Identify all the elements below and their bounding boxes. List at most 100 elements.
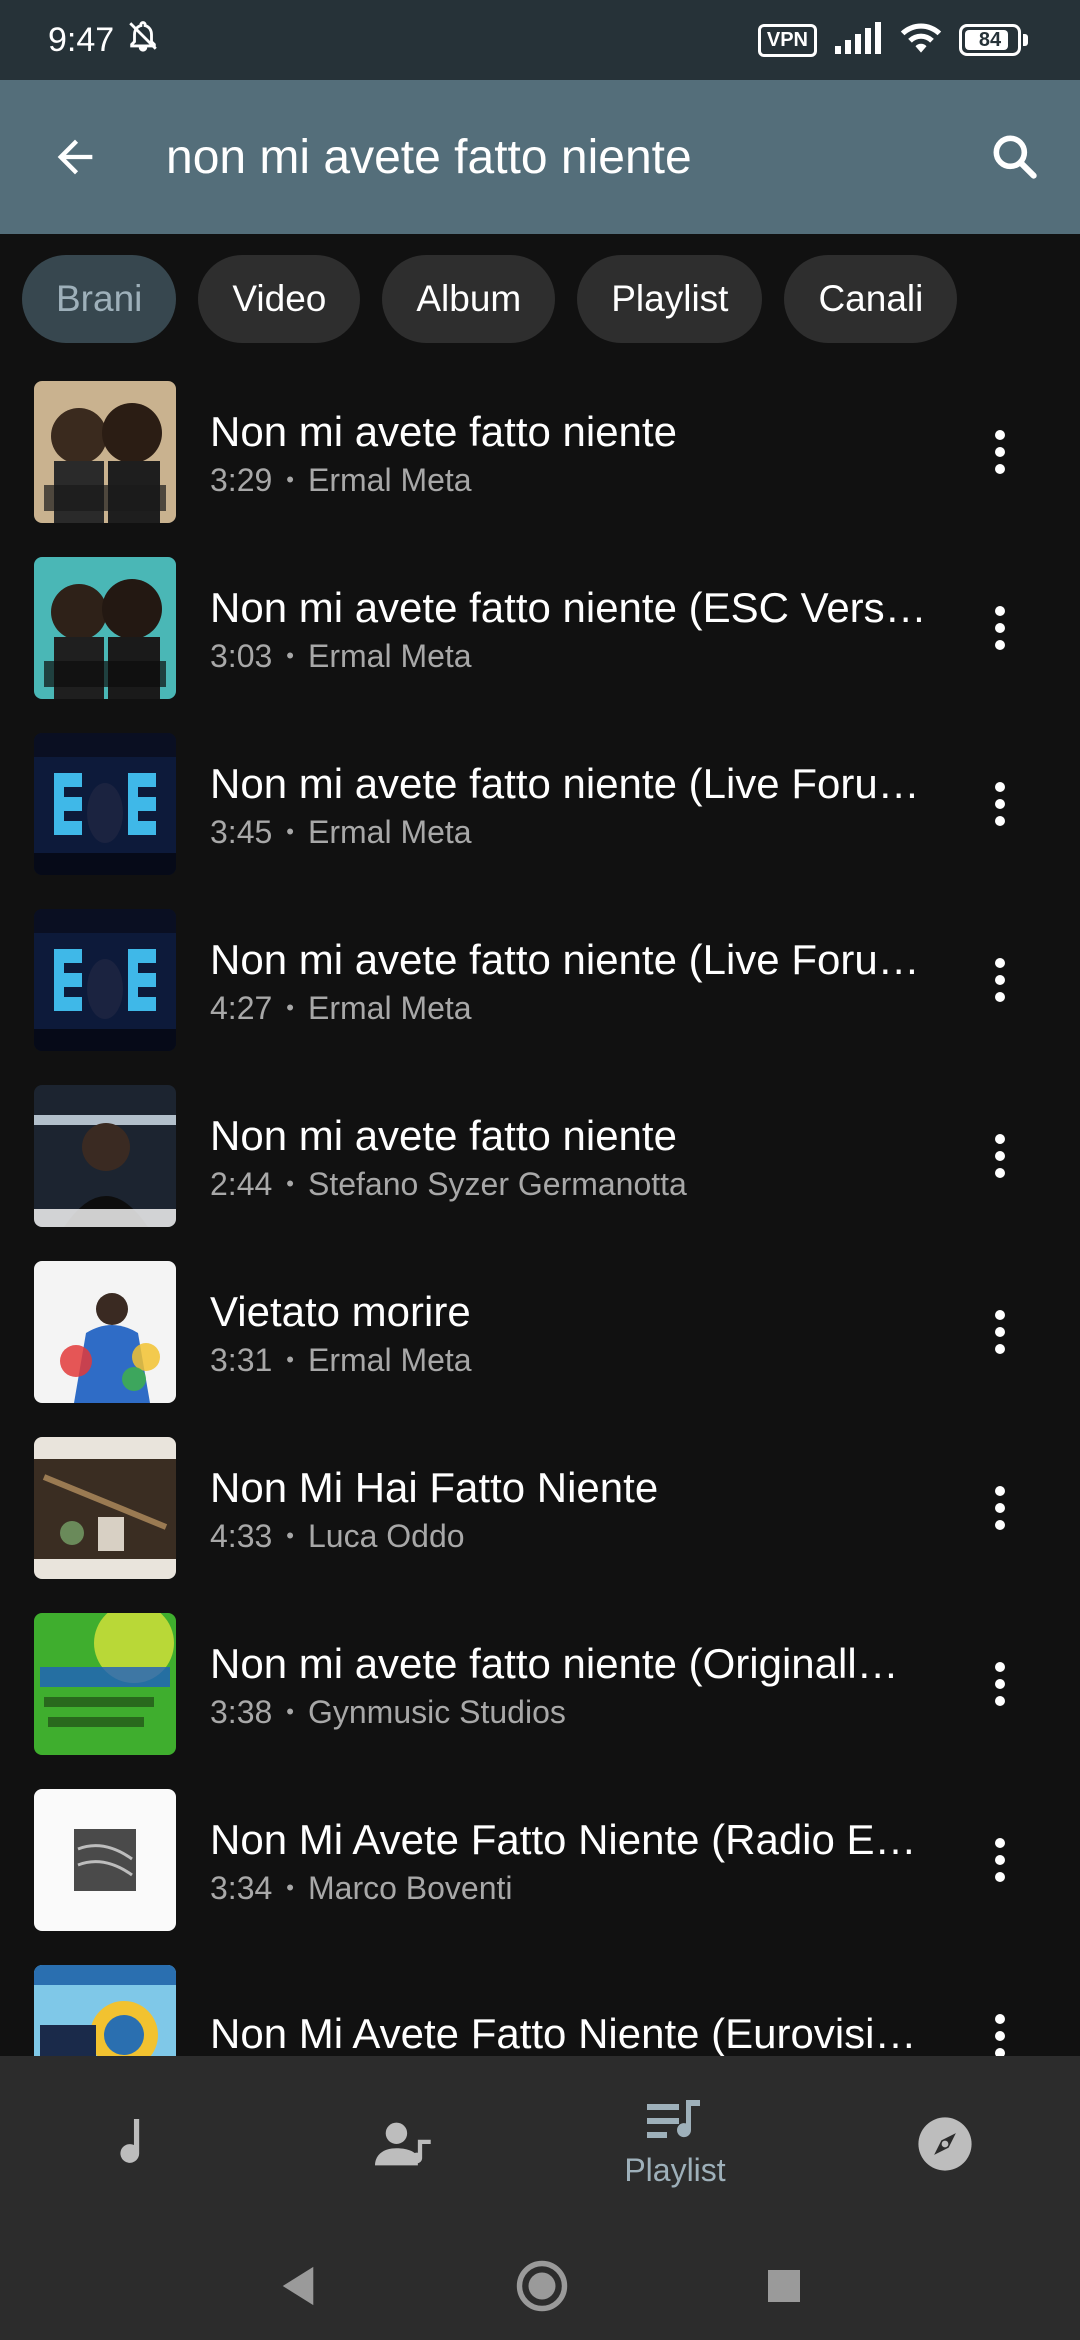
separator-dot: •	[286, 1523, 294, 1548]
wifi-icon	[899, 21, 943, 60]
more-vert-icon	[995, 782, 1005, 826]
search-icon	[993, 135, 1037, 179]
compass-icon	[918, 2117, 972, 2171]
nav-playlist-label: Playlist	[624, 2151, 726, 2188]
status-time-group: 9:47	[48, 19, 160, 62]
back-button[interactable]	[0, 80, 150, 234]
album-art	[34, 1437, 176, 1579]
separator-dot: •	[286, 1347, 294, 1372]
song-row[interactable]: Non mi avete fatto niente (Live Foru… 3:…	[0, 716, 1080, 892]
more-options-button[interactable]	[960, 1458, 1040, 1558]
album-art	[34, 1613, 176, 1755]
separator-dot: •	[286, 1699, 294, 1724]
song-title: Non mi avete fatto niente	[210, 1111, 677, 1159]
bottom-navigation: Playlist	[0, 2056, 1080, 2232]
system-back-icon[interactable]	[278, 2265, 318, 2307]
song-title: Non Mi Avete Fatto Niente (Radio E…	[210, 1815, 917, 1863]
more-options-button[interactable]	[960, 578, 1040, 678]
more-vert-icon	[995, 1662, 1005, 1706]
song-duration: 3:38	[210, 1693, 273, 1730]
song-artist: Luca Oddo	[307, 1517, 465, 1554]
battery-percent: 84	[978, 28, 1002, 51]
more-options-button[interactable]	[960, 1986, 1040, 2056]
more-vert-icon	[995, 430, 1005, 474]
song-artist: Ermal Meta	[307, 461, 472, 498]
song-row[interactable]: Non mi avete fatto niente (ESC Vers… 3:0…	[0, 540, 1080, 716]
song-text: Non mi avete fatto niente 2:44 • Stefano S…	[210, 1110, 940, 1203]
song-title: Non mi avete fatto niente (ESC Vers…	[210, 583, 927, 631]
song-duration: 3:45	[210, 813, 273, 850]
nav-artists[interactable]	[270, 2056, 540, 2232]
separator-dot: •	[286, 995, 294, 1020]
song-row[interactable]: Vietato morire 3:31 • Ermal Meta	[0, 1244, 1080, 1420]
separator-dot: •	[286, 643, 294, 668]
more-options-button[interactable]	[960, 402, 1040, 502]
song-meta: 3:45 • Ermal Meta	[210, 814, 940, 851]
album-art	[34, 1789, 176, 1931]
separator-dot: •	[286, 1171, 294, 1196]
song-title: Non mi avete fatto niente (Live Foru…	[210, 935, 920, 983]
song-artist: Marco Boventi	[307, 1869, 513, 1906]
song-artist: Ermal Meta	[307, 637, 472, 674]
song-text: Non Mi Avete Fatto Niente (Radio E… 3:34…	[210, 1814, 940, 1907]
nav-explore[interactable]	[810, 2056, 1080, 2232]
status-time: 9:47	[48, 20, 115, 59]
more-options-button[interactable]	[960, 1634, 1040, 1734]
more-options-button[interactable]	[960, 1810, 1040, 1910]
song-text: Non mi avete fatto niente 3:29 • Ermal Met…	[210, 406, 940, 499]
song-row[interactable]: Non Mi Avete Fatto Niente (Radio E… 3:34…	[0, 1772, 1080, 1948]
more-options-button[interactable]	[960, 754, 1040, 854]
song-title: Non mi avete fatto niente	[210, 407, 677, 455]
system-home-icon[interactable]	[515, 2259, 569, 2313]
song-duration: 3:29	[210, 461, 273, 498]
more-options-button[interactable]	[960, 1106, 1040, 1206]
more-vert-icon	[995, 2014, 1005, 2056]
back-arrow-icon	[57, 139, 93, 175]
song-meta: 3:31 • Ermal Meta	[210, 1342, 940, 1379]
chip-video[interactable]: Video	[198, 255, 361, 343]
more-vert-icon	[995, 606, 1005, 650]
song-row[interactable]: Non mi avete fatto niente 3:29 • Ermal Met…	[0, 364, 1080, 540]
system-recents-icon[interactable]	[766, 2268, 802, 2304]
song-artist: Ermal Meta	[307, 813, 472, 850]
chip-brani[interactable]: Brani	[22, 255, 177, 343]
more-options-button[interactable]	[960, 930, 1040, 1030]
chip-album[interactable]: Album	[382, 255, 556, 343]
chip-playlist[interactable]: Playlist	[577, 255, 763, 343]
song-meta: 3:38 • Gynmusic Studios	[210, 1694, 940, 1731]
song-meta: 3:03 • Ermal Meta	[210, 638, 940, 675]
song-title: Vietato morire	[210, 1287, 471, 1335]
filter-chips: Brani Video Album Playlist Canali	[0, 234, 1080, 364]
song-row[interactable]: Non mi avete fatto niente 2:44 • Stefano S…	[0, 1068, 1080, 1244]
search-app-bar: non mi avete fatto niente	[0, 80, 1080, 234]
song-title: Non Mi Avete Fatto Niente (Eurovisi…	[210, 2010, 917, 2056]
album-art	[34, 1085, 176, 1227]
album-art	[34, 733, 176, 875]
system-navigation-bar	[0, 2232, 1080, 2340]
song-row[interactable]: Non mi avete fatto niente (Live Foru… 4:…	[0, 892, 1080, 1068]
song-row[interactable]: Non Mi Hai Fatto Niente 4:33 • Luca Oddo	[0, 1420, 1080, 1596]
signal-icon	[833, 21, 883, 59]
song-row[interactable]: Non Mi Avete Fatto Niente (Eurovisi…	[0, 1948, 1080, 2056]
song-duration: 3:31	[210, 1341, 273, 1378]
song-row[interactable]: Non mi avete fatto niente (Originall… 3:…	[0, 1596, 1080, 1772]
song-text: Non mi avete fatto niente (ESC Vers… 3:0…	[210, 582, 940, 675]
song-meta: 3:29 • Ermal Meta	[210, 462, 940, 499]
more-options-button[interactable]	[960, 1282, 1040, 1382]
battery-indicator: 84	[959, 24, 1028, 56]
separator-dot: •	[286, 467, 294, 492]
nav-playlist[interactable]: Playlist	[540, 2056, 810, 2232]
more-vert-icon	[995, 1486, 1005, 1530]
more-vert-icon	[995, 1838, 1005, 1882]
song-duration: 4:33	[210, 1517, 273, 1554]
notifications-off-icon	[126, 19, 160, 62]
nav-songs[interactable]	[0, 2056, 270, 2232]
song-text: Non Mi Avete Fatto Niente (Eurovisi…	[210, 2008, 940, 2056]
chip-canali[interactable]: Canali	[784, 255, 958, 343]
separator-dot: •	[286, 1875, 294, 1900]
search-query-field[interactable]: non mi avete fatto niente	[150, 130, 950, 185]
vpn-badge: VPN	[757, 23, 817, 57]
status-bar: 9:47 VPN 84	[0, 0, 1080, 80]
search-button[interactable]	[950, 80, 1080, 234]
song-artist: Stefano Syzer Germanotta	[307, 1165, 687, 1202]
